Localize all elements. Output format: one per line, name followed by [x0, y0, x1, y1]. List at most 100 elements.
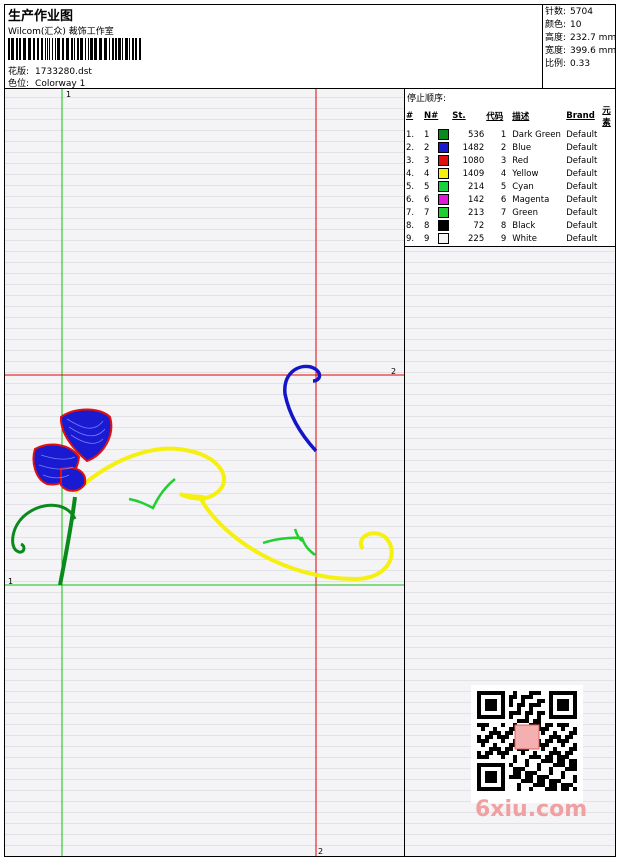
- row-num: 2.: [406, 142, 415, 153]
- scale-label: 比例:: [545, 59, 567, 69]
- row-stitches: 214: [468, 181, 485, 192]
- row-needle: 5: [424, 181, 430, 192]
- row-stitches: 1080: [462, 155, 485, 166]
- row-stitches: 213: [468, 207, 485, 218]
- width-value: 399.6 mm: [570, 46, 617, 56]
- axis-label-h2-right: 2: [391, 367, 397, 376]
- row-code: 5: [500, 181, 507, 192]
- row-brand: Default: [566, 233, 598, 244]
- watermark-text: 6xiu.com: [475, 797, 588, 822]
- row-brand: Default: [566, 129, 598, 140]
- color-swatch: [438, 233, 450, 244]
- color-swatch: [438, 207, 450, 218]
- stitches-value: 5704: [570, 7, 593, 17]
- stop-sequence-panel: 停止顺序: # N# St. 代码 描述 Brand 元素 1. 1 536 1 Dar…: [405, 89, 615, 257]
- col-code: 代码: [486, 112, 504, 122]
- col-num: #: [406, 111, 414, 121]
- row-swatch: [438, 167, 452, 180]
- row-stitches: 536: [468, 129, 485, 140]
- row-code: 2: [500, 142, 507, 153]
- colors-value: 10: [570, 20, 582, 30]
- row-num: 6.: [406, 194, 415, 205]
- height-stat: 高度: 232.7 mm: [545, 32, 616, 45]
- color-table-row: 3. 3 1080 3 Red Default: [405, 154, 615, 167]
- row-swatch: [438, 232, 452, 245]
- color-table-row: 1. 1 536 1 Dark Green Default: [405, 128, 615, 141]
- color-table-row: 7. 7 213 7 Green Default: [405, 206, 615, 219]
- row-swatch: [438, 193, 452, 206]
- col-description: 描述: [512, 112, 530, 122]
- scale-value: 0.33: [570, 59, 591, 69]
- row-num: 4.: [406, 168, 415, 179]
- row-code: 7: [500, 207, 507, 218]
- row-code: 6: [500, 194, 507, 205]
- stitches-stat: 针数: 5704: [545, 6, 615, 19]
- row-swatch: [438, 206, 452, 219]
- studio-name: Wilcom(汇众) 裁饰工作室: [8, 27, 114, 37]
- row-description: Cyan: [512, 181, 534, 192]
- col-swatch: [438, 104, 452, 128]
- row-needle: 8: [424, 220, 430, 231]
- col-stitches: St.: [452, 111, 466, 121]
- production-worksheet: 生产作业图 Wilcom(汇众) 裁饰工作室 花版: 1733280.dst 色位…: [4, 4, 616, 857]
- row-swatch: [438, 154, 452, 167]
- blue-curl: [283, 364, 322, 453]
- row-description: Yellow: [512, 168, 539, 179]
- row-swatch: [438, 180, 452, 193]
- row-num: 7.: [406, 207, 415, 218]
- colorway-line: 色位: Colorway 1: [8, 76, 91, 89]
- row-brand: Default: [566, 168, 598, 179]
- width-label: 宽度:: [545, 46, 567, 56]
- row-needle: 9: [424, 233, 430, 244]
- scale-stat: 比例: 0.33: [545, 58, 615, 71]
- color-swatch: [438, 155, 450, 166]
- row-code: 3: [500, 155, 507, 166]
- width-stat: 宽度: 399.6 mm: [545, 45, 617, 58]
- green-leaf-left: [128, 478, 176, 510]
- colorway-label: 色位:: [8, 79, 30, 89]
- row-brand: Default: [566, 181, 598, 192]
- axis-label-h1-left: 1: [8, 577, 14, 586]
- row-description: Green: [512, 207, 538, 218]
- row-description: White: [512, 233, 537, 244]
- row-description: Black: [512, 220, 536, 231]
- row-needle: 1: [424, 129, 430, 140]
- row-description: Magenta: [512, 194, 550, 205]
- col-needle: N#: [424, 111, 439, 121]
- row-stitches: 1409: [462, 168, 485, 179]
- row-needle: 4: [424, 168, 430, 179]
- color-table-header: # N# St. 代码 描述 Brand 元素: [405, 104, 615, 128]
- row-code: 8: [500, 220, 507, 231]
- row-stitches: 1482: [462, 142, 485, 153]
- col-element: 元素: [602, 106, 611, 128]
- color-swatch: [438, 129, 450, 140]
- side-panel-empty: 6xiu.com: [405, 247, 615, 856]
- color-table-row: 5. 5 214 5 Cyan Default: [405, 180, 615, 193]
- row-needle: 7: [424, 207, 430, 218]
- barcode: [8, 38, 141, 60]
- color-table-row: 2. 2 1482 2 Blue Default: [405, 141, 615, 154]
- axis-label-v1-top: 1: [66, 90, 72, 99]
- row-swatch: [438, 141, 452, 154]
- color-table: # N# St. 代码 描述 Brand 元素 1. 1 536 1 Dark Gree…: [405, 104, 615, 258]
- green-leaf-right: [262, 528, 316, 556]
- color-table-row: 6. 6 142 6 Magenta Default: [405, 193, 615, 206]
- row-code: 1: [500, 129, 507, 140]
- row-num: 5.: [406, 181, 415, 192]
- row-brand: Default: [566, 155, 598, 166]
- color-swatch: [438, 168, 450, 179]
- row-brand: Default: [566, 142, 598, 153]
- row-description: Dark Green: [512, 129, 561, 140]
- col-brand: Brand: [566, 111, 595, 121]
- color-table-row: 9. 9 225 9 White Default: [405, 232, 615, 245]
- embroidery-artwork: [5, 89, 404, 856]
- row-description: Blue: [512, 142, 532, 153]
- colorway-value: Colorway 1: [35, 79, 86, 89]
- row-num: 9.: [406, 233, 415, 244]
- yellow-swirl: [73, 446, 394, 582]
- row-code: 4: [500, 168, 507, 179]
- row-swatch: [438, 219, 452, 232]
- flower-petal-bottom: [60, 466, 87, 492]
- row-needle: 3: [424, 155, 430, 166]
- row-swatch: [438, 128, 452, 141]
